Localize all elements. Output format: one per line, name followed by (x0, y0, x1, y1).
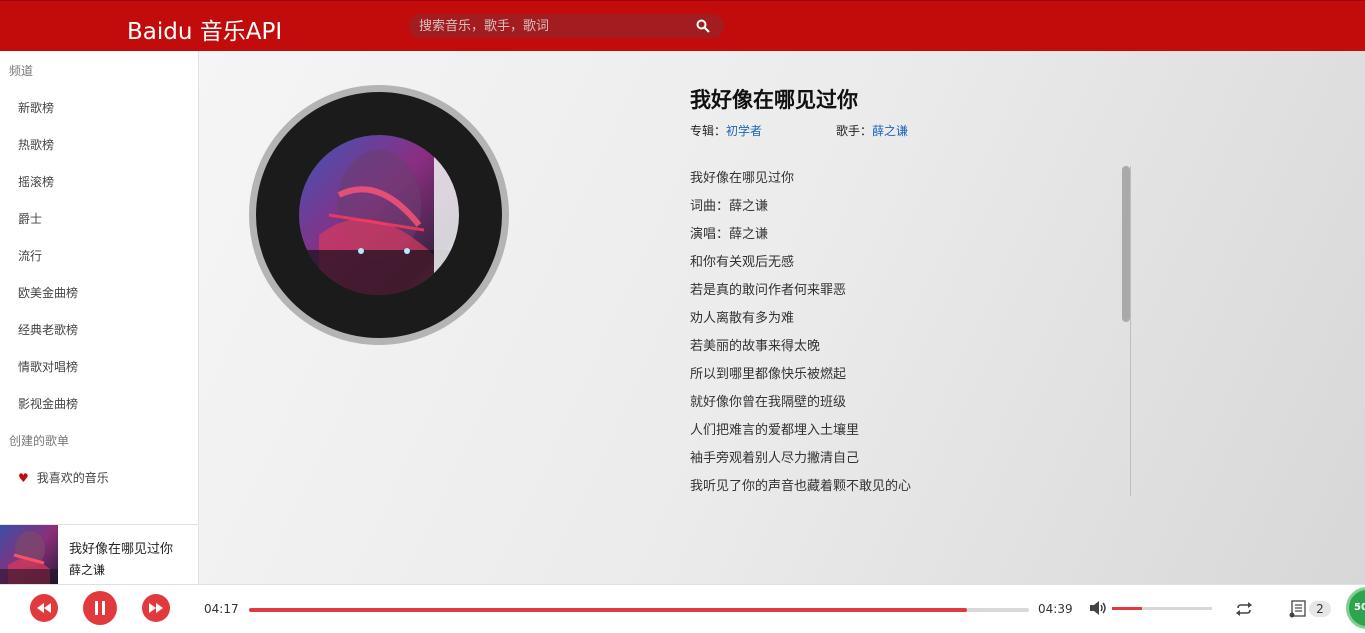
progress-bar[interactable] (249, 608, 1029, 612)
artist-info: 歌手：薛之谦 (836, 122, 908, 139)
total-time: 04:39 (1038, 602, 1073, 616)
sidebar-item-western-hits[interactable]: 欧美金曲榜 (18, 284, 78, 301)
lyric-line: 袖手旁观着别人尽力撇清自己 (690, 451, 860, 466)
lyric-line: 所以到哪里都像快乐被燃起 (690, 367, 847, 382)
album-link[interactable]: 初学者 (726, 124, 762, 138)
lyric-line: 劝人离散有多为难 (690, 311, 795, 326)
artist-link[interactable]: 薛之谦 (872, 124, 908, 138)
player-bar: 04:17 04:39 2 50 (0, 584, 1365, 633)
repeat-icon[interactable] (1235, 602, 1253, 616)
queue-count-badge: 2 (1309, 601, 1331, 617)
top-header: Baidu 音乐API (0, 0, 1365, 51)
lyric-line: 和你有关观后无感 (690, 255, 795, 270)
brand-title[interactable]: Baidu 音乐API (127, 12, 282, 46)
sidebar-item-hot-songs[interactable]: 热歌榜 (18, 136, 54, 153)
sidebar-item-film-tv-hits[interactable]: 影视金曲榜 (18, 395, 78, 412)
sidebar-item-new-songs[interactable]: 新歌榜 (18, 99, 54, 116)
mini-now-playing[interactable]: 我好像在哪见过你 薛之谦 (0, 524, 199, 585)
sidebar-item-rock[interactable]: 摇滚榜 (18, 173, 54, 190)
sidebar-item-favorites[interactable]: ♥ 我喜欢的音乐 (18, 469, 109, 486)
album-info: 专辑：初学者 (690, 122, 762, 139)
sidebar: 频道 新歌榜 热歌榜 摇滚榜 爵士 流行 欧美金曲榜 经典老歌榜 情歌对唱榜 影… (0, 51, 199, 585)
search-box[interactable] (409, 14, 724, 38)
lyric-line: 演唱：薛之谦 (690, 227, 769, 242)
sidebar-item-jazz[interactable]: 爵士 (18, 210, 42, 227)
volume-fill (1112, 607, 1142, 610)
heart-icon: ♥ (18, 470, 29, 485)
playlists-heading: 创建的歌单 (9, 434, 70, 448)
pause-icon (95, 601, 105, 615)
next-icon (149, 603, 163, 613)
lyric-line: 若是真的敢问作者何来罪恶 (690, 283, 847, 298)
mini-song-title: 我好像在哪见过你 (69, 542, 174, 557)
artist-label: 歌手： (836, 124, 873, 138)
current-time: 04:17 (204, 602, 239, 616)
record-disc (249, 85, 509, 345)
search-input[interactable] (419, 17, 689, 35)
lyric-line: 我听见了你的声音也藏着颗不敢见的心 (690, 479, 912, 494)
search-icon[interactable] (696, 19, 710, 33)
mini-album-cover[interactable] (0, 525, 58, 585)
previous-icon (37, 603, 51, 613)
lyric-line: 我好像在哪见过你 (690, 171, 795, 186)
channels-heading: 频道 (9, 64, 34, 78)
volume-slider[interactable] (1112, 607, 1212, 610)
album-cover (299, 135, 459, 295)
lyric-line: 若美丽的故事来得太晚 (690, 339, 821, 354)
favorites-label: 我喜欢的音乐 (36, 471, 109, 485)
sidebar-item-pop[interactable]: 流行 (18, 247, 42, 264)
progress-fill (249, 608, 968, 612)
sidebar-item-love-duets[interactable]: 情歌对唱榜 (18, 358, 78, 375)
playlist-icon[interactable] (1289, 600, 1307, 618)
album-label: 专辑： (690, 124, 727, 138)
lyric-line: 人们把难言的爱都埋入土壤里 (690, 423, 860, 438)
volume-icon[interactable] (1090, 601, 1108, 615)
lyrics-scrollbar-track[interactable] (1130, 166, 1131, 496)
lyric-line: 就好像你曾在我隔壁的班级 (690, 395, 847, 410)
sidebar-item-classic-oldies[interactable]: 经典老歌榜 (18, 321, 78, 338)
song-title: 我好像在哪见过你 (690, 88, 858, 112)
previous-button[interactable] (30, 594, 58, 622)
pause-button[interactable] (83, 591, 117, 625)
mini-artist-name: 薛之谦 (69, 563, 106, 577)
lyric-line: 词曲：薛之谦 (690, 199, 769, 214)
lyrics-panel[interactable]: 我好像在哪见过你 词曲：薛之谦 演唱：薛之谦 和你有关观后无感 若是真的敢问作者… (690, 165, 1130, 495)
main-content: 我好像在哪见过你 专辑：初学者 歌手：薛之谦 我好像在哪见过你 词曲：薛之谦 演… (199, 51, 1365, 584)
next-button[interactable] (142, 594, 170, 622)
lyrics-scrollbar-thumb[interactable] (1122, 166, 1130, 322)
floating-badge[interactable]: 50 (1346, 587, 1365, 629)
